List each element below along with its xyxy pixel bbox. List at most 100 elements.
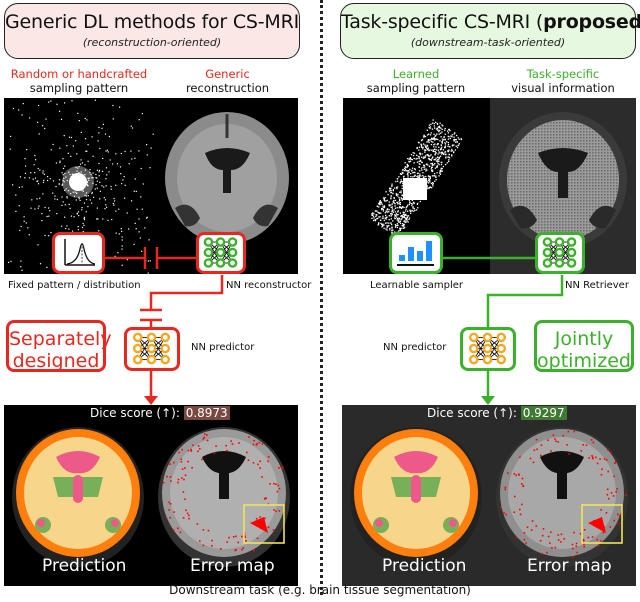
prediction-image bbox=[12, 427, 144, 567]
footer-caption: Downstream task (e.g. brain tissue segme… bbox=[169, 583, 471, 597]
nn-node bbox=[542, 258, 553, 268]
left-dice-score: Dice score (↑): 0.8973 bbox=[90, 406, 230, 420]
right-col1-label: Learned sampling pattern bbox=[342, 67, 490, 95]
left-title-box: Generic DL methods for CS-MRI (reconstru… bbox=[4, 3, 300, 59]
right-nn-predictor-node bbox=[460, 327, 516, 371]
nn-node bbox=[468, 343, 479, 354]
fixed-pattern-caption: Fixed pattern / distribution bbox=[8, 280, 141, 291]
left-col1-text: sampling pattern bbox=[29, 81, 129, 95]
nn-node bbox=[468, 332, 479, 343]
nn-node bbox=[203, 237, 214, 247]
learnable-sampler-caption: Learnable sampler bbox=[370, 280, 464, 291]
right-arrowhead bbox=[481, 396, 495, 405]
nn-node bbox=[215, 237, 226, 247]
note-line-1: Jointly bbox=[554, 328, 614, 350]
nn-node bbox=[554, 258, 565, 268]
nn-node bbox=[146, 343, 157, 354]
nn-node bbox=[215, 247, 226, 258]
prediction-image bbox=[350, 427, 482, 567]
left-arrowhead bbox=[144, 396, 158, 405]
dice-label: Dice score (↑): bbox=[427, 406, 521, 420]
sampling-dots bbox=[371, 119, 463, 237]
nn-retriever-node bbox=[535, 232, 585, 274]
right-col2-text: visual information bbox=[511, 81, 615, 95]
sampling-center bbox=[403, 178, 427, 200]
right-col1-highlight: Learned bbox=[392, 67, 440, 81]
note-line-2: designed bbox=[12, 350, 100, 372]
nn-node bbox=[227, 237, 238, 247]
left-col1-label: Random or handcrafted sampling pattern bbox=[4, 67, 154, 95]
left-col2-label: Generic reconstruction bbox=[155, 67, 300, 95]
nn-reconstructor-caption: NN reconstructor bbox=[226, 280, 312, 291]
fixed-distribution-node bbox=[52, 232, 105, 274]
nn-node bbox=[146, 332, 157, 343]
left-nn-predictor-caption: NN predictor bbox=[191, 342, 255, 353]
nn-node bbox=[146, 354, 157, 365]
nn-node bbox=[566, 258, 577, 268]
jointly-optimized-note: Jointly optimized bbox=[534, 320, 634, 372]
nn-reconstructor-node bbox=[196, 232, 246, 274]
nn-node bbox=[160, 343, 171, 354]
right-dice-score: Dice score (↑): 0.9297 bbox=[427, 406, 567, 420]
left-col2-highlight: Generic bbox=[205, 67, 250, 81]
left-connectors bbox=[105, 247, 224, 405]
left-errormap-label: Error map bbox=[190, 556, 275, 576]
nn-node bbox=[496, 332, 507, 343]
left-nn-predictor-node bbox=[124, 327, 180, 371]
nn-node bbox=[482, 354, 493, 365]
note-line-2: optimized bbox=[537, 350, 631, 372]
error-map-image bbox=[158, 427, 290, 567]
right-title-bold: proposed bbox=[543, 11, 640, 33]
nn-node bbox=[566, 247, 577, 258]
nn-node bbox=[132, 343, 143, 354]
right-prediction-label: Prediction bbox=[382, 556, 467, 576]
neural-network-icon bbox=[542, 237, 577, 268]
left-col1-highlight: Random or handcrafted bbox=[10, 67, 148, 81]
nn-node bbox=[160, 332, 171, 343]
nn-node bbox=[496, 354, 507, 365]
right-col2-label: Task-specific visual information bbox=[490, 67, 636, 95]
nn-node bbox=[468, 354, 479, 365]
right-errormap-label: Error map bbox=[527, 556, 612, 576]
separately-designed-note: Separately designed bbox=[6, 320, 112, 372]
sampling-center-halo bbox=[62, 166, 94, 198]
neural-network-icon bbox=[132, 332, 171, 365]
nn-node bbox=[203, 258, 214, 268]
right-title-box: Task-specific CS-MRI (proposed) (downstr… bbox=[340, 3, 640, 59]
right-title: Task-specific CS-MRI (proposed) bbox=[341, 11, 640, 33]
nn-node bbox=[227, 247, 238, 258]
nn-node bbox=[160, 354, 171, 365]
right-nn-predictor-caption: NN predictor bbox=[383, 342, 447, 353]
nn-node bbox=[482, 332, 493, 343]
right-title-main: Task-specific CS-MRI ( bbox=[341, 11, 544, 33]
nn-node bbox=[542, 237, 553, 247]
nn-node bbox=[482, 343, 493, 354]
nn-node bbox=[566, 237, 577, 247]
neural-network-icon bbox=[468, 332, 507, 365]
dice-label: Dice score (↑): bbox=[90, 406, 184, 420]
nn-node bbox=[203, 247, 214, 258]
note-line-1: Separately bbox=[9, 328, 112, 350]
left-col2-text: reconstruction bbox=[185, 81, 270, 95]
left-subtitle: (reconstruction-oriented) bbox=[82, 36, 222, 49]
error-map-image bbox=[496, 427, 628, 567]
nn-retriever-caption: NN Retriever bbox=[565, 280, 629, 291]
nn-node bbox=[542, 247, 553, 258]
nn-node bbox=[132, 354, 143, 365]
nn-node bbox=[227, 258, 238, 268]
bar-chart-icon bbox=[397, 241, 434, 266]
right-col1-text: sampling pattern bbox=[366, 81, 466, 95]
left-prediction-label: Prediction bbox=[42, 556, 127, 576]
nn-node bbox=[132, 332, 143, 343]
gaussian-curve-icon bbox=[64, 239, 96, 266]
dice-value: 0.8973 bbox=[183, 406, 230, 420]
nn-node bbox=[554, 237, 565, 247]
right-subtitle: (downstream-task-oriented) bbox=[410, 36, 566, 49]
learnable-sampler-node bbox=[389, 232, 443, 274]
nn-node bbox=[215, 258, 226, 268]
dice-value: 0.9297 bbox=[520, 406, 567, 420]
nn-node bbox=[496, 343, 507, 354]
right-col2-highlight: Task-specific bbox=[526, 67, 600, 81]
right-connectors bbox=[434, 256, 564, 405]
neural-network-icon bbox=[203, 237, 238, 268]
